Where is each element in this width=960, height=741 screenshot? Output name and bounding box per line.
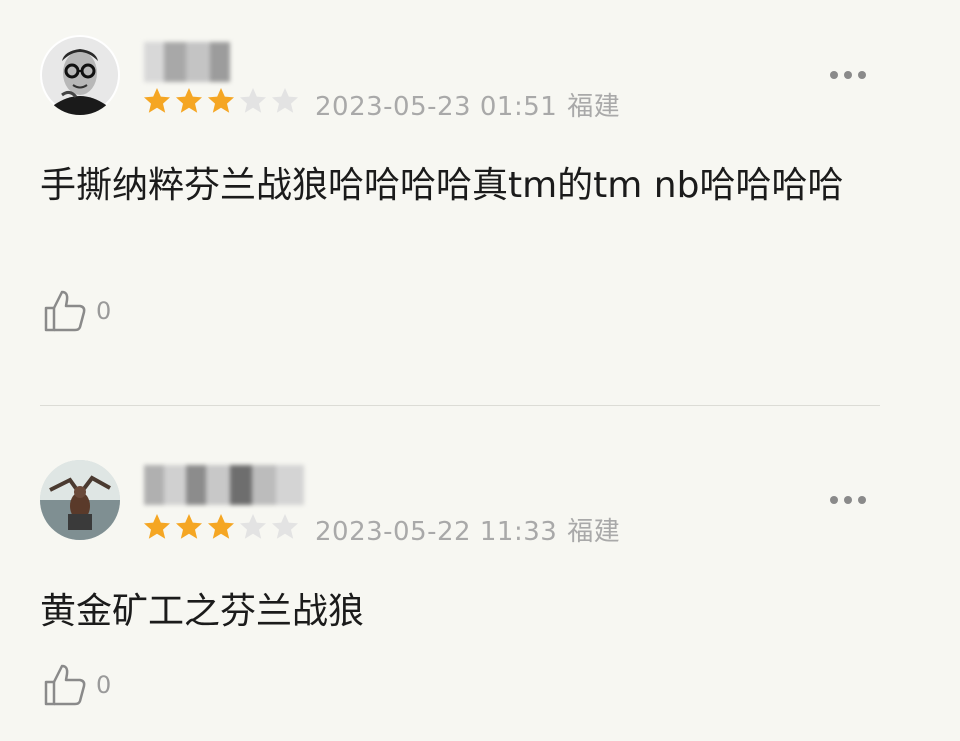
user-avatar[interactable]	[40, 35, 120, 115]
star-filled-icon	[176, 514, 202, 539]
bespectacled-man-avatar-icon	[40, 35, 120, 115]
more-dots-icon[interactable]	[830, 70, 866, 80]
star-empty-icon	[240, 88, 266, 113]
thumbs-up-icon	[44, 290, 86, 332]
movie-scene-avatar-icon	[40, 460, 120, 540]
thumbs-up-icon	[44, 664, 86, 706]
star-filled-icon	[176, 88, 202, 113]
review-text: 手撕纳粹芬兰战狼哈哈哈哈真tm的tm nb哈哈哈哈	[40, 165, 844, 206]
review-meta: 2023-05-23 01:51 福建	[315, 86, 620, 123]
star-empty-icon	[272, 514, 298, 539]
star-filled-icon	[208, 88, 234, 113]
review-date: 2023-05-23 01:51	[315, 92, 558, 122]
review-meta: 2023-05-22 11:33 福建	[315, 511, 620, 548]
rating-stars	[142, 512, 300, 542]
review-text: 黄金矿工之芬兰战狼	[40, 591, 365, 632]
review-date: 2023-05-22 11:33	[315, 517, 558, 547]
user-avatar[interactable]	[40, 460, 120, 540]
star-filled-icon	[208, 514, 234, 539]
star-filled-icon	[144, 88, 170, 113]
like-button[interactable]: 0	[42, 288, 111, 334]
like-button[interactable]: 0	[42, 662, 111, 708]
star-empty-icon	[240, 514, 266, 539]
more-dots-icon[interactable]	[830, 495, 866, 505]
like-count: 0	[96, 671, 112, 699]
star-empty-icon	[272, 88, 298, 113]
review-location: 福建	[567, 517, 621, 547]
like-count: 0	[96, 297, 112, 325]
review-location: 福建	[567, 92, 621, 122]
divider	[40, 405, 880, 406]
username-redacted	[144, 42, 234, 82]
star-filled-icon	[144, 514, 170, 539]
username-redacted	[144, 465, 304, 505]
rating-stars	[142, 86, 300, 116]
